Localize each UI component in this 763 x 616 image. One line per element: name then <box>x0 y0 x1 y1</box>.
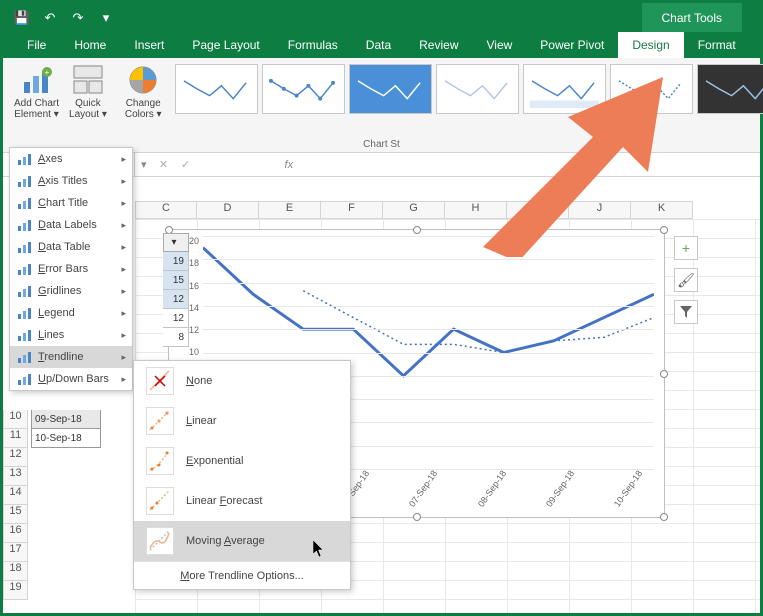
quick-layout-icon <box>72 64 104 96</box>
quick-access-toolbar: 💾 ↶ ↷ ▾ <box>3 7 117 29</box>
change-colors-icon <box>127 64 159 96</box>
add-chart-element-button[interactable]: + Add Chart Element ▾ <box>9 62 64 152</box>
column-headers: CDEFGHIJK <box>135 201 760 219</box>
row-header-10[interactable]: 10 <box>3 410 28 429</box>
cell-b2[interactable]: 19 <box>163 252 189 271</box>
menu-item-error-bars[interactable]: Error Bars▸ <box>10 258 132 280</box>
more-trendline-options[interactable]: More Trendline Options... <box>134 561 350 589</box>
row-headers: 10111213141516171819 <box>3 410 28 600</box>
cancel-formula-icon[interactable]: ✕ <box>155 158 173 171</box>
tab-formulas[interactable]: Formulas <box>274 32 352 58</box>
name-box-dropdown-icon[interactable]: ▾ <box>141 158 147 171</box>
add-chart-element-menu: Axes▸Axis Titles▸Chart Title▸Data Labels… <box>9 147 133 391</box>
col-header-C[interactable]: C <box>135 201 197 219</box>
row-header-19[interactable]: 19 <box>3 581 28 600</box>
tab-view[interactable]: View <box>473 32 527 58</box>
col-header-J[interactable]: J <box>569 201 631 219</box>
tab-file[interactable]: File <box>13 32 60 58</box>
date-column: 09-Sep-18 10-Sep-18 <box>31 410 101 448</box>
tab-home[interactable]: Home <box>60 32 120 58</box>
redo-icon[interactable]: ↷ <box>67 7 89 29</box>
chart-style-7[interactable] <box>697 64 763 114</box>
menu-item-axis-titles[interactable]: Axis Titles▸ <box>10 170 132 192</box>
save-icon[interactable]: 💾 <box>11 7 33 29</box>
col-header-I[interactable]: I <box>507 201 569 219</box>
menu-item-axes[interactable]: Axes▸ <box>10 148 132 170</box>
title-bar: 💾 ↶ ↷ ▾ Chart Tools <box>3 3 760 32</box>
chart-element-buttons: + 🖌 <box>674 236 698 324</box>
chart-style-6[interactable] <box>610 64 693 114</box>
cell-b5[interactable]: 12 <box>163 309 189 328</box>
mouse-cursor-icon <box>313 540 327 558</box>
col-header-G[interactable]: G <box>383 201 445 219</box>
menu-item-legend[interactable]: Legend▸ <box>10 302 132 324</box>
quick-layout-button[interactable]: Quick Layout ▾ <box>64 62 112 152</box>
menu-item-gridlines[interactable]: Gridlines▸ <box>10 280 132 302</box>
chart-style-1[interactable] <box>175 64 258 114</box>
row-header-13[interactable]: 13 <box>3 467 28 486</box>
tab-review[interactable]: Review <box>405 32 472 58</box>
tab-insert[interactable]: Insert <box>120 32 178 58</box>
tab-page-layout[interactable]: Page Layout <box>178 32 273 58</box>
qat-more-icon[interactable]: ▾ <box>95 7 117 29</box>
trendline-option-exponential[interactable]: Exponential <box>134 441 350 481</box>
tab-design[interactable]: Design <box>618 32 683 58</box>
ribbon: + Add Chart Element ▾ Quick Layout ▾ Cha… <box>3 58 760 153</box>
col-header-H[interactable]: H <box>445 201 507 219</box>
row-header-15[interactable]: 15 <box>3 505 28 524</box>
tab-power-pivot[interactable]: Power Pivot <box>526 32 618 58</box>
trendline-option-none[interactable]: None <box>134 361 350 401</box>
row-header-16[interactable]: 16 <box>3 524 28 543</box>
cell-b3[interactable]: 15 <box>163 271 189 290</box>
col-header-D[interactable]: D <box>197 201 259 219</box>
menu-item-data-table[interactable]: Data Table▸ <box>10 236 132 258</box>
row-header-14[interactable]: 14 <box>3 486 28 505</box>
change-colors-button[interactable]: Change Colors ▾ <box>120 62 167 152</box>
trendline-option-linear[interactable]: Linear <box>134 401 350 441</box>
chart-style-2[interactable] <box>262 64 345 114</box>
chart-plus-button[interactable]: + <box>674 236 698 260</box>
row-header-18[interactable]: 18 <box>3 562 28 581</box>
fx-icon[interactable]: fx <box>275 159 304 171</box>
chart-style-5[interactable] <box>523 64 606 114</box>
chart-styles-gallery <box>167 64 763 152</box>
row-header-17[interactable]: 17 <box>3 543 28 562</box>
cell-b4[interactable]: 12 <box>163 290 189 309</box>
chart-filter-button[interactable] <box>674 300 698 324</box>
menu-item-lines[interactable]: Lines▸ <box>10 324 132 346</box>
cell-a11[interactable]: 10-Sep-18 <box>31 429 101 448</box>
row-header-11[interactable]: 11 <box>3 429 28 448</box>
col-header-E[interactable]: E <box>259 201 321 219</box>
menu-item-trendline[interactable]: Trendline▸ <box>10 346 132 368</box>
cell-a10[interactable]: 09-Sep-18 <box>31 410 101 429</box>
ribbon-tabs: File Home Insert Page Layout Formulas Da… <box>3 32 760 58</box>
row-header-12[interactable]: 12 <box>3 448 28 467</box>
svg-text:+: + <box>44 68 49 77</box>
col-header-F[interactable]: F <box>321 201 383 219</box>
chart-tools-contextual-tab: Chart Tools <box>642 3 742 32</box>
undo-icon[interactable]: ↶ <box>39 7 61 29</box>
values-column: ▾ 19 15 12 12 8 <box>163 233 189 347</box>
tab-data[interactable]: Data <box>352 32 405 58</box>
trendline-option-linear-forecast[interactable]: Linear Forecast <box>134 481 350 521</box>
menu-item-up-down-bars[interactable]: Up/Down Bars▸ <box>10 368 132 390</box>
chart-style-4[interactable] <box>436 64 519 114</box>
accept-formula-icon[interactable]: ✓ <box>177 158 195 171</box>
chart-style-3[interactable] <box>349 64 432 114</box>
col-header-K[interactable]: K <box>631 201 693 219</box>
menu-item-chart-title[interactable]: Chart Title▸ <box>10 192 132 214</box>
chart-styles-label: Chart St <box>363 139 400 150</box>
add-chart-element-icon: + <box>21 64 53 96</box>
cell-b-header[interactable]: ▾ <box>163 233 189 252</box>
tab-format[interactable]: Format <box>684 32 750 58</box>
menu-item-data-labels[interactable]: Data Labels▸ <box>10 214 132 236</box>
chart-styles-button[interactable]: 🖌 <box>674 268 698 292</box>
cell-b6[interactable]: 8 <box>163 328 189 347</box>
